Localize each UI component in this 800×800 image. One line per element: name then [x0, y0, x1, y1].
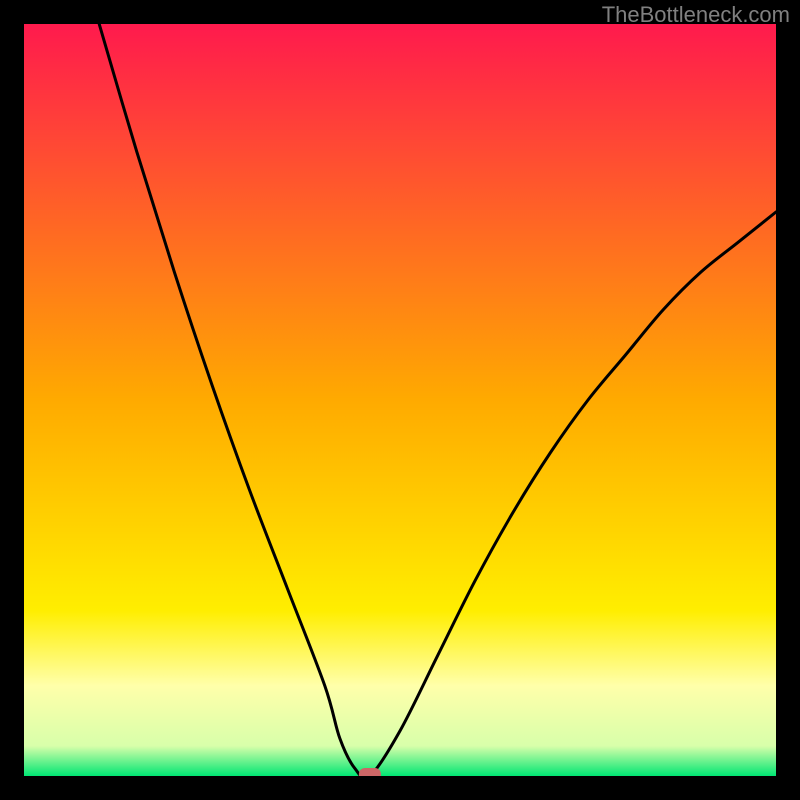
gradient-background	[24, 24, 776, 776]
frame: TheBottleneck.com	[0, 0, 800, 800]
optimal-marker	[359, 768, 381, 776]
chart-canvas	[24, 24, 776, 776]
watermark-label: TheBottleneck.com	[602, 2, 790, 28]
plot-area	[24, 24, 776, 776]
